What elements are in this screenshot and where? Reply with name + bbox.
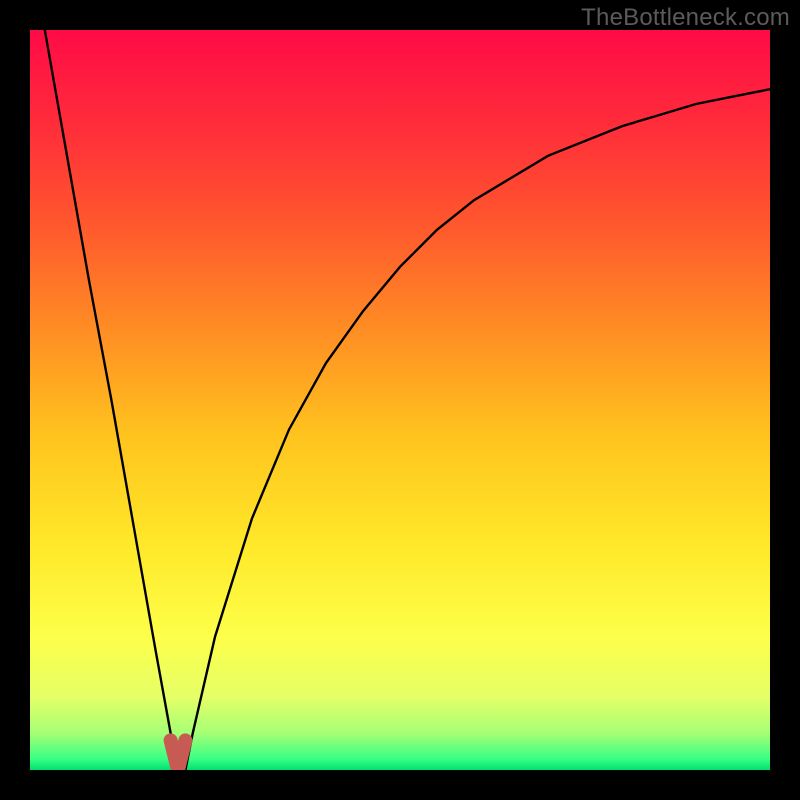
plot-area	[30, 30, 770, 770]
plot-svg	[30, 30, 770, 770]
watermark-text: TheBottleneck.com	[581, 4, 790, 32]
chart-frame: TheBottleneck.com	[0, 0, 800, 800]
bottleneck-minimum-marker	[171, 740, 186, 770]
gradient-background	[30, 30, 770, 770]
